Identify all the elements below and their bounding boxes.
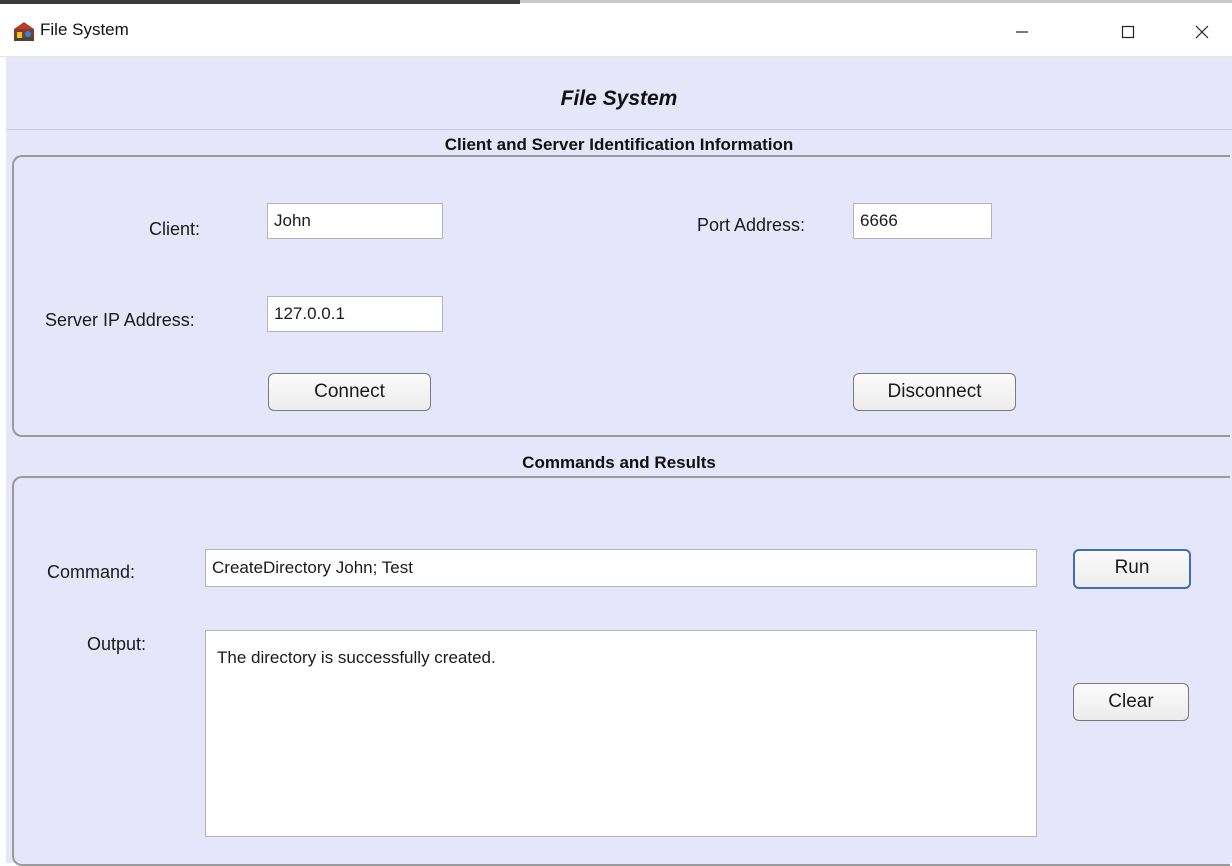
connect-button[interactable]: Connect bbox=[268, 373, 431, 411]
app-icon bbox=[14, 22, 34, 41]
run-button[interactable]: Run bbox=[1073, 549, 1191, 589]
close-button[interactable] bbox=[1172, 12, 1232, 52]
port-address-label: Port Address: bbox=[697, 215, 806, 235]
disconnect-button[interactable]: Disconnect bbox=[853, 373, 1016, 411]
commands-panel: Command: Run Output: The directory is su… bbox=[12, 476, 1230, 866]
command-label: Command: bbox=[47, 562, 136, 582]
commands-section-title: Commands and Results bbox=[522, 453, 716, 472]
identification-section-title: Client and Server Identification Informa… bbox=[444, 135, 794, 154]
header-divider bbox=[6, 129, 1232, 130]
server-ip-input[interactable] bbox=[267, 296, 443, 332]
port-address-input[interactable] bbox=[853, 203, 992, 239]
page-title: File System bbox=[560, 87, 678, 110]
identification-panel: Client: Port Address: Server IP Address:… bbox=[12, 155, 1230, 437]
background-strip-light bbox=[520, 0, 1232, 3]
server-ip-label: Server IP Address: bbox=[45, 310, 195, 330]
close-icon bbox=[1195, 25, 1209, 39]
client-label: Client: bbox=[149, 219, 201, 239]
minimize-button[interactable] bbox=[992, 12, 1052, 52]
clear-button[interactable]: Clear bbox=[1073, 683, 1189, 721]
window-titlebar[interactable]: File System bbox=[0, 6, 1232, 57]
maximize-icon bbox=[1121, 25, 1135, 39]
command-input[interactable] bbox=[205, 549, 1037, 587]
background-strip-dark bbox=[0, 0, 520, 4]
minimize-icon bbox=[1016, 31, 1028, 33]
window-content: File System Client and Server Identifica… bbox=[6, 57, 1232, 866]
output-label: Output: bbox=[87, 634, 147, 654]
maximize-button[interactable] bbox=[1098, 12, 1158, 52]
client-input[interactable] bbox=[267, 203, 443, 239]
window-title: File System bbox=[40, 20, 129, 39]
output-area[interactable]: The directory is successfully created. bbox=[205, 630, 1037, 837]
